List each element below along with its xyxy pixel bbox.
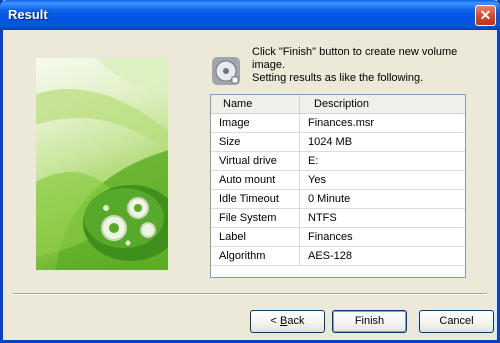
row-name: File System xyxy=(211,209,300,227)
cancel-button[interactable]: Cancel xyxy=(419,310,494,333)
info-message: Click "Finish" button to create new volu… xyxy=(252,46,472,85)
table-row: Virtual drive E: xyxy=(211,152,465,171)
row-value: 1024 MB xyxy=(308,136,353,148)
finish-button[interactable]: Finish xyxy=(332,310,407,333)
row-name: Label xyxy=(211,228,300,246)
row-name: Image xyxy=(211,114,300,132)
back-prefix: < xyxy=(270,315,280,327)
column-header-name[interactable]: Name xyxy=(211,95,300,113)
leaf-gear-illustration xyxy=(36,58,168,270)
disk-icon xyxy=(210,55,242,87)
table-row: Algorithm AES-128 xyxy=(211,247,465,266)
row-name: Auto mount xyxy=(211,171,300,189)
table-row: Idle Timeout 0 Minute xyxy=(211,190,465,209)
table-row: File System NTFS xyxy=(211,209,465,228)
close-icon: ✕ xyxy=(479,7,492,23)
row-name: Size xyxy=(211,133,300,151)
column-header-description[interactable]: Description xyxy=(300,95,464,113)
table-row: Image Finances.msr xyxy=(211,114,465,133)
row-name: Virtual drive xyxy=(211,152,300,170)
close-button[interactable]: ✕ xyxy=(475,5,496,26)
row-value: NTFS xyxy=(308,212,337,224)
row-value: Finances xyxy=(308,231,353,243)
row-name: Algorithm xyxy=(211,247,300,265)
table-row: Size 1024 MB xyxy=(211,133,465,152)
settings-grid[interactable]: Name Description Image Finances.msr Size… xyxy=(210,94,466,278)
row-value: Yes xyxy=(308,174,326,186)
row-value: Finances.msr xyxy=(308,117,375,129)
window-title: Result xyxy=(8,7,48,22)
row-name: Idle Timeout xyxy=(211,190,300,208)
table-row: Label Finances xyxy=(211,228,465,247)
divider xyxy=(13,293,487,295)
result-dialog: Result ✕ Click "Finish" button to create… xyxy=(0,0,500,343)
row-value: 0 Minute xyxy=(308,193,351,205)
back-label: ack xyxy=(287,315,305,327)
row-value: AES-128 xyxy=(308,250,353,262)
title-bar[interactable]: Result ✕ xyxy=(0,0,500,30)
grid-header: Name Description xyxy=(211,95,465,114)
info-line-2: Setting results as like the following. xyxy=(252,72,424,84)
info-line-1: Click "Finish" button to create new volu… xyxy=(252,46,458,71)
table-row: Auto mount Yes xyxy=(211,171,465,190)
row-value: E: xyxy=(308,155,319,167)
back-button[interactable]: < Back xyxy=(250,310,325,333)
